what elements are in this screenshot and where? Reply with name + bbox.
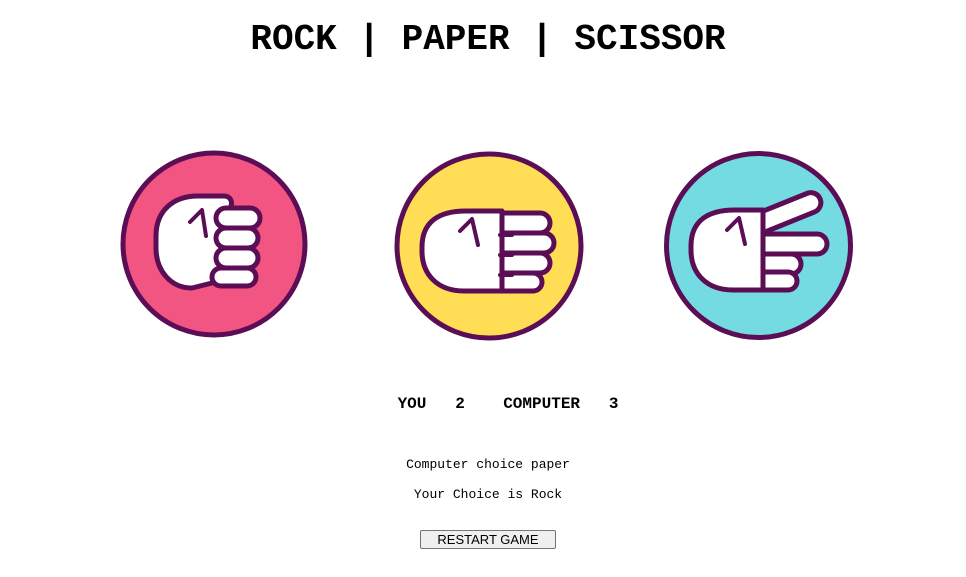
computer-score: 3 [608,395,619,413]
scoreboard: YOU 2 COMPUTER 3 [0,394,966,414]
fist-icon [120,150,308,338]
user-choice-message: Your Choice is Rock [413,487,563,502]
you-label: YOU [397,395,427,413]
restart-game-button[interactable]: RESTART GAME [420,530,556,549]
paper-choice-button[interactable] [394,151,584,341]
scissors-hand-icon [664,151,853,340]
rock-choice-button[interactable] [120,150,308,338]
scissor-choice-button[interactable] [663,150,854,341]
computer-choice-message: Computer choice paper [406,457,570,472]
you-score: 2 [455,395,465,413]
page-title: ROCK | PAPER | SCISSOR [250,19,726,60]
computer-label: COMPUTER [503,395,581,413]
open-hand-icon [394,151,584,341]
